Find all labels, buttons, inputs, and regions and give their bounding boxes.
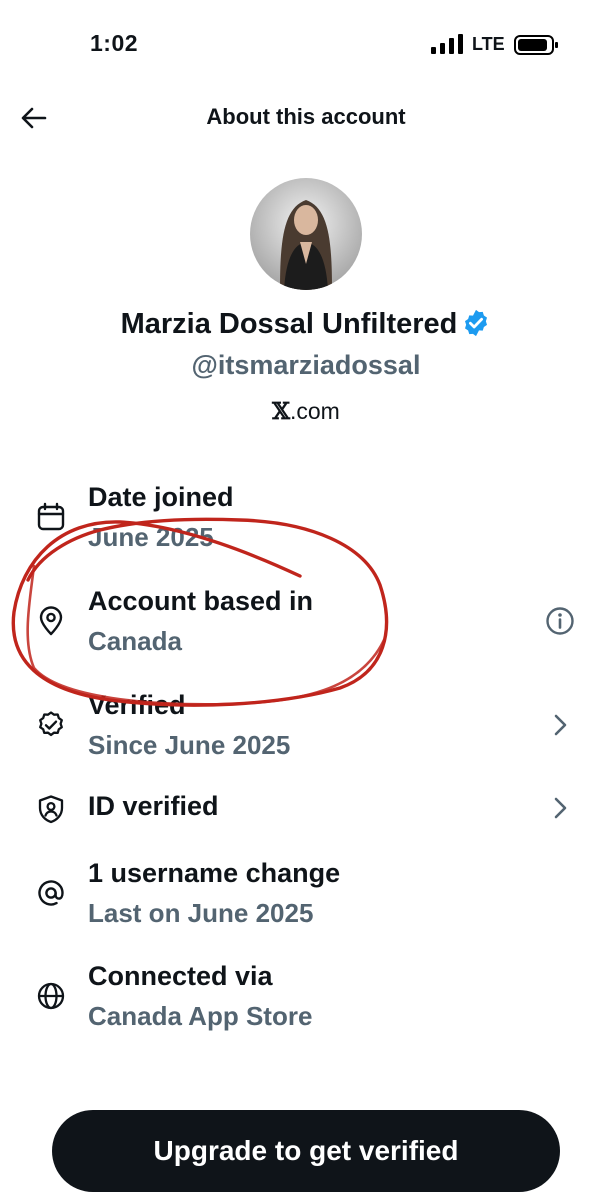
row-label: Account based in bbox=[88, 586, 314, 616]
network-type: LTE bbox=[472, 34, 505, 54]
verified-badge-outline-icon bbox=[39, 711, 63, 737]
info-row-id-verified[interactable]: ID verified bbox=[0, 790, 612, 830]
upgrade-to-get-verified-button[interactable]: Upgrade to get verified bbox=[52, 1110, 560, 1192]
globe-icon bbox=[37, 982, 65, 1010]
shield-person-icon bbox=[38, 795, 64, 824]
row-value: Last on June 2025 bbox=[88, 898, 314, 928]
display-name-row: Marzia Dossal Unfiltered bbox=[0, 308, 612, 341]
header: About this account bbox=[0, 90, 612, 146]
row-value: Canada bbox=[88, 626, 182, 656]
verified-badge-icon[interactable] bbox=[461, 308, 491, 338]
handle: @itsmarziadossal bbox=[191, 350, 421, 380]
row-label: Date joined bbox=[88, 482, 234, 512]
info-row-account-based-in: Account based in Canada bbox=[0, 584, 612, 664]
info-icon bbox=[546, 607, 574, 635]
at-sign-icon bbox=[38, 880, 64, 906]
info-row-username-change: 1 username change Last on June 2025 bbox=[0, 856, 612, 936]
row-value: Canada App Store bbox=[88, 1001, 313, 1031]
battery-icon bbox=[514, 35, 558, 55]
chevron-right-icon[interactable] bbox=[543, 791, 577, 825]
info-row-connected-via: Connected via Canada App Store bbox=[0, 959, 612, 1039]
avatar[interactable] bbox=[250, 178, 362, 290]
source-site: 𝕏.com bbox=[0, 398, 612, 425]
info-row-verified[interactable]: Verified Since June 2025 bbox=[0, 688, 612, 768]
row-value: June 2025 bbox=[88, 522, 214, 552]
status-bar: 1:02 LTE bbox=[0, 0, 612, 90]
row-label: 1 username change bbox=[88, 858, 341, 888]
row-label: ID verified bbox=[88, 791, 219, 821]
avatar-image bbox=[250, 178, 362, 290]
display-name: Marzia Dossal Unfiltered bbox=[120, 308, 458, 340]
calendar-icon bbox=[37, 502, 65, 531]
info-row-date-joined: Date joined June 2025 bbox=[0, 480, 612, 560]
x-logo-mark: 𝕏 bbox=[272, 398, 290, 425]
row-value: Since June 2025 bbox=[88, 730, 291, 760]
location-pin-icon bbox=[39, 606, 63, 636]
chevron-right-icon[interactable] bbox=[543, 708, 577, 742]
row-label: Verified bbox=[88, 690, 186, 720]
page-title: About this account bbox=[206, 104, 406, 129]
info-button[interactable] bbox=[543, 604, 577, 638]
signal-bars-icon bbox=[431, 34, 463, 54]
source-site-text: .com bbox=[290, 398, 340, 424]
status-time: 1:02 bbox=[90, 30, 139, 56]
row-label: Connected via bbox=[88, 961, 273, 991]
